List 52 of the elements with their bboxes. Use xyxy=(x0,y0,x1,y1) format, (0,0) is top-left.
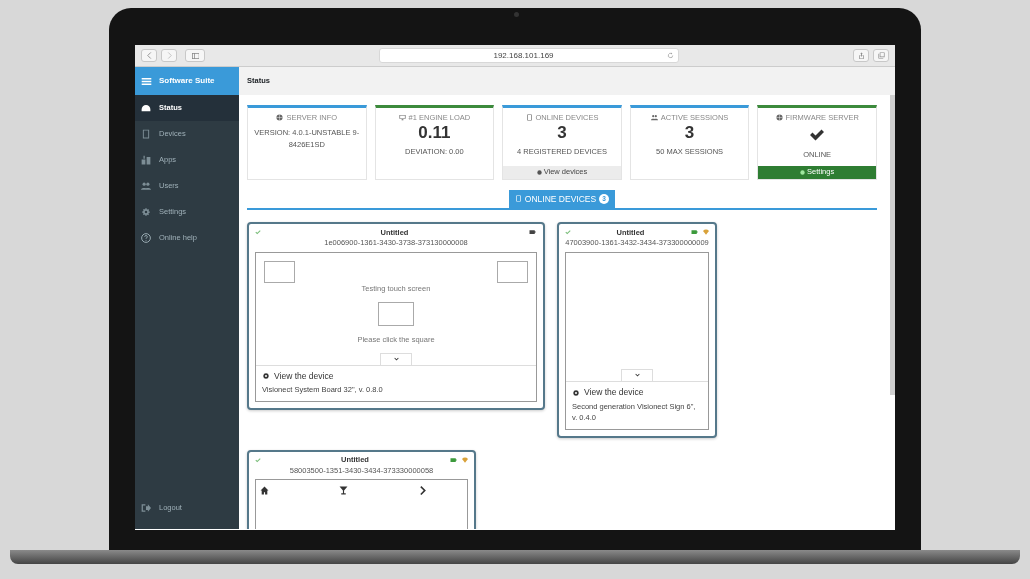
home-icon xyxy=(260,485,269,495)
address-field[interactable]: 192.168.101.169 xyxy=(379,48,679,63)
sidebar-icon xyxy=(190,51,200,60)
stat-value: 0.11 xyxy=(417,123,452,144)
share-icon xyxy=(857,51,865,60)
tablet-icon xyxy=(525,114,533,122)
reload-icon xyxy=(667,52,674,59)
tabs-icon xyxy=(877,52,885,59)
chevron-down-icon xyxy=(393,356,399,362)
view-device-link[interactable]: View the device xyxy=(572,386,702,399)
wifi-icon xyxy=(462,456,468,463)
target-square xyxy=(378,301,414,326)
tabs-button[interactable] xyxy=(873,49,889,62)
target-square xyxy=(264,260,295,283)
circle-icon xyxy=(800,169,806,175)
tablet-icon xyxy=(141,129,151,139)
view-device-link[interactable]: View the device xyxy=(262,369,530,383)
url-text: 192.168.101.169 xyxy=(492,49,555,62)
expand-tab[interactable] xyxy=(621,369,653,382)
logout-icon xyxy=(141,503,151,513)
chevron-down-icon xyxy=(634,373,640,379)
help-icon xyxy=(141,233,151,243)
wifi-icon xyxy=(703,229,709,236)
globe-icon xyxy=(276,114,284,122)
users-icon xyxy=(650,114,658,122)
battery-icon xyxy=(528,229,537,236)
chevron-right-icon xyxy=(418,485,427,495)
sidebar-toggle-button[interactable] xyxy=(185,49,205,62)
app-title: Software Suite xyxy=(159,75,215,87)
check-icon xyxy=(565,229,571,236)
apps-icon xyxy=(141,155,151,165)
stat-value: 3 xyxy=(683,123,696,144)
globe-icon xyxy=(775,114,783,122)
monitor-icon xyxy=(398,114,406,122)
stat-value: 3 xyxy=(556,123,568,144)
camera-dot xyxy=(513,12,519,17)
users-icon xyxy=(141,181,151,191)
check-icon xyxy=(255,456,261,463)
target-square xyxy=(497,260,528,283)
tablet-icon xyxy=(514,195,522,203)
forward-icon xyxy=(165,52,173,59)
menu-icon xyxy=(141,75,152,87)
cocktail-glass-icon xyxy=(339,485,348,495)
check-icon xyxy=(255,229,261,236)
back-button[interactable] xyxy=(141,49,157,62)
back-icon xyxy=(145,52,153,59)
battery-icon xyxy=(449,456,458,463)
forward-button[interactable] xyxy=(161,49,177,62)
battery-icon xyxy=(690,229,699,236)
share-button[interactable] xyxy=(853,49,869,62)
circle-icon xyxy=(536,169,542,175)
expand-tab[interactable] xyxy=(380,352,412,365)
